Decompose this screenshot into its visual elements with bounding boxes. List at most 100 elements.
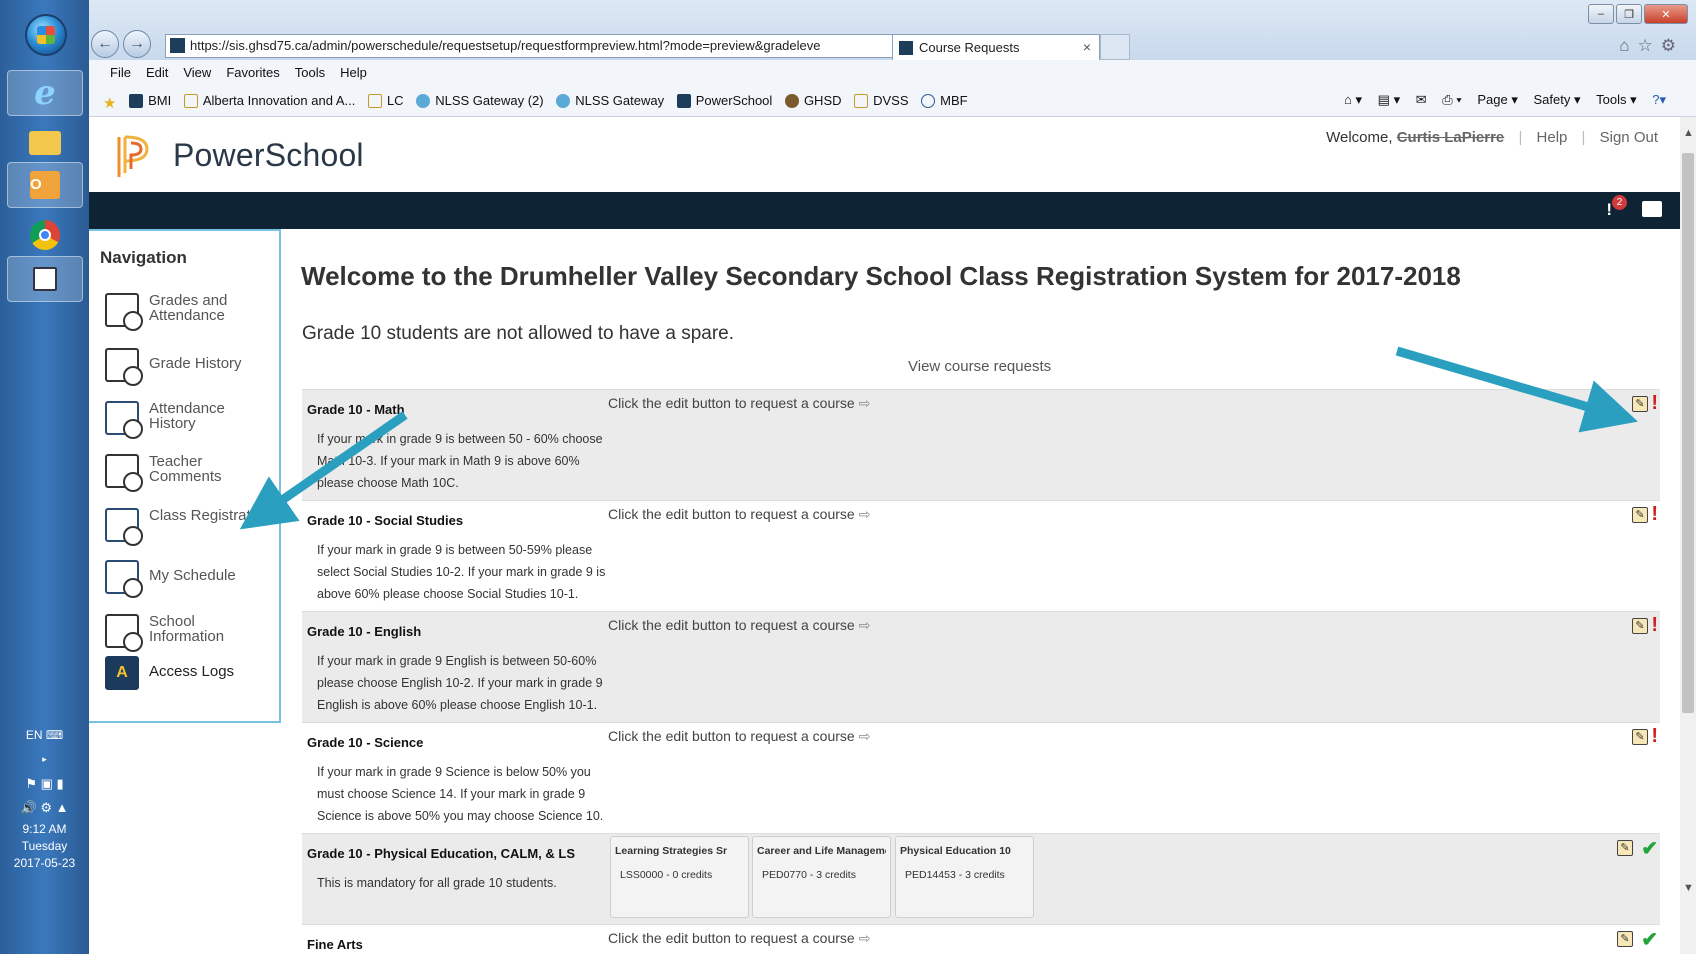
scroll-thumb[interactable] — [1682, 153, 1694, 713]
edit-pencil-icon[interactable]: ✎ — [1632, 729, 1648, 745]
fav-alberta-innovation[interactable]: Alberta Innovation and A... — [183, 93, 355, 108]
calendar-app-icon[interactable] — [7, 256, 83, 302]
clock-date: 2017-05-23 — [13, 856, 76, 870]
status-complete-icon: ✔ — [1641, 929, 1658, 951]
clock-day: Tuesday — [21, 839, 68, 853]
user-name: Curtis LaPierre — [1396, 129, 1505, 146]
language-indicator[interactable]: EN ⌨ — [0, 728, 89, 742]
tab-close-icon[interactable]: × — [1083, 39, 1091, 55]
spare-note: Grade 10 students are not allowed to hav… — [302, 323, 734, 344]
favorites-star-icon[interactable]: ★ — [103, 94, 116, 112]
maximize-button[interactable]: ❐ — [1616, 4, 1642, 24]
url-text: https://sis.ghsd75.ca/admin/powerschedul… — [190, 38, 821, 53]
fav-ghsd[interactable]: GHSD — [784, 93, 842, 108]
request-row-science: Grade 10 - Science If your mark in grade… — [302, 722, 1660, 833]
navigation-title: Navigation — [100, 248, 187, 267]
comment-bubble-icon — [105, 454, 143, 492]
request-description: If your mark in grade 9 English is betwe… — [317, 654, 603, 712]
show-hidden-icons[interactable]: ▸ — [0, 754, 89, 765]
start-button[interactable] — [25, 14, 67, 56]
cmd-safety[interactable]: Safety ▾ — [1533, 92, 1580, 107]
scroll-down-icon[interactable]: ▼ — [1683, 882, 1694, 894]
course-card-career-life-management[interactable]: Career and Life Management PED0770 - 3 c… — [752, 836, 891, 918]
nav-my-schedule[interactable]: My Schedule — [105, 558, 275, 598]
nav-label: My Schedule — [149, 567, 236, 584]
menu-edit[interactable]: Edit — [146, 65, 168, 86]
fav-nlss-gateway-2[interactable]: NLSS Gateway (2) — [416, 93, 544, 108]
fav-bmi[interactable]: BMI — [129, 93, 171, 108]
window-close-button[interactable]: ✕ — [1644, 4, 1688, 24]
menu-file[interactable]: File — [110, 65, 131, 86]
browser-chrome: ← → https://sis.ghsd75.ca/admin/powersch… — [89, 0, 1696, 117]
request-title: Grade 10 - Math — [307, 402, 405, 417]
forward-button[interactable]: → — [123, 30, 151, 58]
nav-access-logs[interactable]: A Access Logs — [105, 654, 275, 694]
arrow-right-icon: ⇨ — [858, 930, 871, 946]
printer-icon[interactable] — [1642, 201, 1662, 217]
request-title: Grade 10 - English — [307, 624, 422, 639]
clock-time[interactable]: 9:12 AM — [0, 822, 89, 836]
nav-class-registration[interactable]: Class Registration — [105, 506, 275, 546]
command-bar: ⌂ ▾ ▤ ▾ ✉ ⎙ ▾ Page ▾ Safety ▾ Tools ▾ ?▾ — [1332, 92, 1666, 108]
feeds-icon[interactable]: ▤ ▾ — [1378, 92, 1400, 107]
arrow-right-icon: ⇨ — [858, 617, 871, 633]
tab-title: Course Requests — [919, 40, 1020, 55]
back-button[interactable]: ← — [91, 30, 119, 58]
tray-icons-row-2[interactable]: 🔊 ⚙ ▲ — [0, 800, 89, 816]
edit-pencil-icon[interactable]: ✎ — [1632, 507, 1648, 523]
cmd-tools[interactable]: Tools ▾ — [1596, 92, 1637, 107]
nav-grade-history[interactable]: Grade History — [105, 346, 275, 386]
menu-bar: File Edit View Favorites Tools Help — [89, 60, 1696, 86]
edit-pencil-icon[interactable]: ✎ — [1632, 618, 1648, 634]
address-bar[interactable]: https://sis.ghsd75.ca/admin/powerschedul… — [165, 34, 974, 58]
course-card-physical-education-10[interactable]: Physical Education 10 PED14453 - 3 credi… — [895, 836, 1034, 918]
print-icon[interactable]: ⎙ ▾ — [1442, 92, 1461, 107]
fav-powerschool[interactable]: PowerSchool — [676, 93, 772, 108]
mail-icon[interactable]: ✉ — [1416, 92, 1427, 107]
nav-school-information[interactable]: School Information — [105, 612, 275, 652]
menu-favorites[interactable]: Favorites — [226, 65, 279, 86]
new-tab-button[interactable] — [1100, 34, 1130, 60]
menu-help[interactable]: Help — [340, 65, 367, 86]
page-scrollbar[interactable]: ▲ ▼ — [1680, 117, 1696, 954]
nav-teacher-comments[interactable]: Teacher Comments — [105, 452, 275, 492]
fav-lc[interactable]: LC — [367, 93, 404, 108]
menu-tools[interactable]: Tools — [295, 65, 325, 86]
view-course-requests-link[interactable]: View course requests — [908, 358, 1051, 375]
chrome-icon[interactable] — [7, 212, 83, 258]
file-explorer-icon[interactable] — [7, 120, 83, 166]
site-favicon-icon — [170, 38, 185, 53]
help-link[interactable]: Help — [1537, 129, 1568, 146]
outlook-icon[interactable]: O — [7, 162, 83, 208]
status-warning-icon: ! — [1651, 614, 1658, 636]
nav-attendance-history[interactable]: Attendance History — [105, 399, 275, 439]
edit-pencil-icon[interactable]: ✎ — [1617, 931, 1633, 947]
edit-pencil-icon[interactable]: ✎ — [1617, 840, 1633, 856]
page-title: Welcome to the Drumheller Valley Seconda… — [301, 261, 1461, 291]
tray-icons-row-1[interactable]: ⚑ ▣ ▮ — [0, 776, 89, 792]
home-star-gear-icons[interactable]: ⌂☆⚙ — [1619, 36, 1684, 56]
fav-dvss[interactable]: DVSS — [854, 93, 909, 108]
course-card-learning-strategies[interactable]: Learning Strategies Sr LSS0000 - 0 credi… — [610, 836, 749, 918]
cmd-page[interactable]: Page ▾ — [1477, 92, 1518, 107]
nav-label: Class Registration — [149, 507, 271, 524]
scroll-up-icon[interactable]: ▲ — [1683, 127, 1694, 139]
nav-label: Access Logs — [149, 663, 235, 680]
request-description: If your mark in grade 9 is between 50-59… — [317, 543, 606, 601]
menu-view[interactable]: View — [183, 65, 211, 86]
sign-out-link[interactable]: Sign Out — [1600, 129, 1658, 146]
edit-pencil-icon[interactable]: ✎ — [1632, 396, 1648, 412]
title-bar: ← → https://sis.ghsd75.ca/admin/powersch… — [89, 0, 1696, 60]
tab-course-requests[interactable]: Course Requests × — [892, 34, 1100, 60]
internet-explorer-icon[interactable]: e — [7, 70, 83, 116]
schedule-clock-icon — [105, 560, 143, 598]
fav-mbf[interactable]: MBF — [921, 93, 968, 108]
minimize-button[interactable]: – — [1588, 4, 1614, 24]
fav-nlss-gateway[interactable]: NLSS Gateway — [556, 93, 664, 108]
request-title: Grade 10 - Social Studies — [307, 513, 464, 528]
school-building-icon — [105, 614, 143, 652]
powerschool-logo-icon — [117, 135, 149, 177]
home-icon[interactable]: ⌂ ▾ — [1344, 92, 1362, 107]
help-icon[interactable]: ?▾ — [1652, 92, 1666, 107]
nav-grades-and-attendance[interactable]: Grades and Attendance — [105, 291, 275, 331]
